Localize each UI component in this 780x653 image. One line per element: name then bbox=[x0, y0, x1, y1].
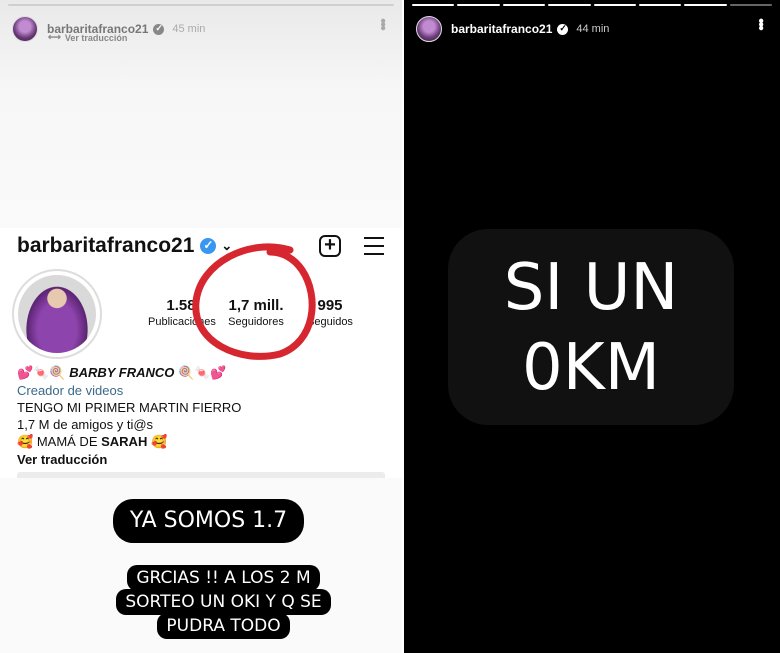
story-timestamp: 45 min bbox=[172, 23, 206, 35]
story-header: barbaritafranco21 44 min ••• bbox=[416, 14, 769, 44]
story-timestamp: 44 min bbox=[576, 23, 610, 35]
bio-line-2: 1,7 M de amigos y ti@s bbox=[17, 417, 154, 432]
caption-line: PUDRA TODO bbox=[157, 613, 290, 639]
bio-category: Creador de videos bbox=[17, 383, 124, 398]
caption-line: SORTEO UN OKI Y Q SE bbox=[116, 589, 331, 615]
verified-badge-icon bbox=[153, 23, 165, 35]
more-vertical-icon[interactable]: ••• bbox=[374, 18, 391, 29]
story-right: barbaritafranco21 44 min ••• SI UN 0KM bbox=[404, 0, 780, 653]
progress-segment bbox=[684, 4, 727, 6]
bio-translate-link: Ver traducción bbox=[17, 452, 108, 467]
caption-sticker-1: YA SOMOS 1.7 bbox=[113, 499, 304, 543]
translate-label: Ver traducción bbox=[64, 32, 128, 43]
progress-segment bbox=[412, 4, 455, 6]
profile-bio: 💕🍬🍭 BARBY FRANCO 🍭🍬💕 Creador de videos T… bbox=[17, 364, 241, 468]
story-text-sticker: SI UN 0KM bbox=[448, 229, 734, 425]
plus-square-icon: + bbox=[319, 235, 341, 257]
profile-handle: barbaritafranco21 bbox=[17, 234, 195, 257]
progress-segment bbox=[729, 4, 772, 6]
story-left: barbaritafranco21 45 min ••• ⟷ Ver tradu… bbox=[0, 0, 402, 653]
more-vertical-icon[interactable]: ••• bbox=[752, 18, 769, 29]
progress-segment bbox=[502, 4, 546, 6]
progress-segment bbox=[638, 4, 682, 6]
hamburger-menu-icon bbox=[364, 237, 384, 261]
smiling-face-emoji-icon: 🥰 bbox=[17, 435, 34, 450]
story-translate-link[interactable]: ⟷ Ver traducción bbox=[48, 32, 127, 43]
story-text-line: SI UN bbox=[503, 251, 679, 325]
story-text-line: 0KM bbox=[522, 331, 660, 405]
progress-segment bbox=[457, 4, 500, 6]
story-avatar[interactable] bbox=[12, 16, 38, 42]
caption-line: GRCIAS !! A LOS 2 M bbox=[127, 565, 320, 591]
heart-emoji-icon: 💕🍬🍭 bbox=[17, 366, 66, 381]
embedded-profile-screenshot: barbaritafranco21 ⌄ + 1.58 Publicaciones… bbox=[0, 228, 402, 478]
verified-badge-icon bbox=[557, 23, 569, 35]
story-avatar[interactable] bbox=[416, 16, 442, 42]
progress-segment bbox=[8, 4, 394, 6]
story-progress bbox=[412, 4, 772, 6]
progress-segment bbox=[593, 4, 636, 6]
bio-line-3-name: SARAH bbox=[101, 434, 148, 449]
caption-sticker-2: GRCIAS !! A LOS 2 M SORTEO UN OKI Y Q SE… bbox=[110, 565, 337, 639]
bio-line-3: 🥰 MAMÁ DE SARAH 🥰 bbox=[17, 433, 241, 451]
progress-segment bbox=[548, 4, 591, 6]
red-circle-drawing bbox=[192, 243, 316, 360]
bio-line-1: TENGO MI PRIMER MARTIN FIERRO bbox=[17, 400, 242, 415]
story-username[interactable]: barbaritafranco21 bbox=[451, 22, 552, 36]
story-progress bbox=[8, 4, 394, 6]
bio-line-3-prefix: MAMÁ DE bbox=[36, 434, 102, 449]
bio-brand: BARBY FRANCO bbox=[69, 365, 175, 380]
bio-name-line: 💕🍬🍭 BARBY FRANCO 🍭🍬💕 bbox=[17, 364, 241, 382]
profile-avatar bbox=[12, 269, 102, 359]
translate-icon: ⟷ bbox=[48, 32, 61, 42]
smiling-face-emoji-icon: 🥰 bbox=[150, 435, 168, 450]
candy-emoji-icon: 🍭🍬💕 bbox=[178, 366, 227, 381]
